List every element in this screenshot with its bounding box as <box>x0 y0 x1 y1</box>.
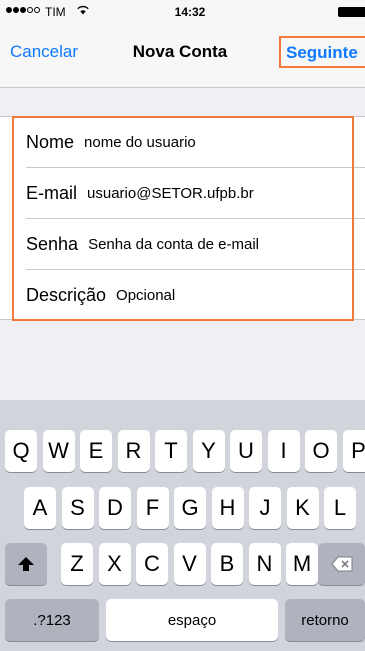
key-u[interactable]: U <box>230 430 262 472</box>
key-o[interactable]: O <box>305 430 337 472</box>
key-x[interactable]: X <box>98 543 131 585</box>
numbers-key[interactable]: .?123 <box>5 599 99 641</box>
key-k[interactable]: K <box>286 487 319 529</box>
description-row[interactable]: Descrição <box>0 270 365 321</box>
key-c[interactable]: C <box>136 543 168 585</box>
delete-key[interactable] <box>318 543 365 585</box>
status-bar: TIM 14:32 <box>0 0 365 24</box>
key-n[interactable]: N <box>248 543 281 585</box>
password-row[interactable]: Senha <box>0 219 365 270</box>
shift-key[interactable] <box>5 543 47 585</box>
key-l[interactable]: L <box>324 487 356 529</box>
key-a[interactable]: A <box>24 487 56 529</box>
description-field[interactable] <box>116 287 365 304</box>
password-label: Senha <box>26 234 79 254</box>
return-key[interactable]: retorno <box>285 599 365 641</box>
navigation-bar: Cancelar Nova Conta Seguinte <box>0 24 365 88</box>
key-q[interactable]: Q <box>5 430 37 472</box>
key-t[interactable]: T <box>155 430 187 472</box>
key-h[interactable]: H <box>211 487 244 529</box>
key-m[interactable]: M <box>286 543 318 585</box>
name-row[interactable]: Nome <box>0 117 365 168</box>
signal-strength-icon <box>6 7 40 13</box>
status-time: 14:32 <box>174 5 206 19</box>
key-i[interactable]: I <box>267 430 300 472</box>
password-field[interactable] <box>88 236 365 253</box>
key-w[interactable]: W <box>42 430 75 472</box>
page-title: Nova Conta <box>132 42 228 61</box>
name-field[interactable] <box>84 134 365 151</box>
key-y[interactable]: Y <box>192 430 225 472</box>
key-f[interactable]: F <box>136 487 169 529</box>
backspace-icon <box>330 556 352 572</box>
key-r[interactable]: R <box>117 430 150 472</box>
email-row[interactable]: E-mail <box>0 168 365 219</box>
next-button[interactable]: Seguinte <box>279 36 365 68</box>
key-d[interactable]: D <box>99 487 131 529</box>
carrier-name: TIM <box>45 5 66 19</box>
account-form: Nome E-mail Senha Descrição <box>0 116 365 320</box>
keyboard: .?123 espaço retorno QWERTYUIOP ASDFGHJKL… <box>0 400 365 651</box>
battery-icon <box>338 7 365 17</box>
wifi-icon <box>77 5 89 15</box>
key-e[interactable]: E <box>80 430 112 472</box>
key-j[interactable]: J <box>249 487 281 529</box>
key-g[interactable]: G <box>174 487 206 529</box>
key-z[interactable]: Z <box>61 543 93 585</box>
email-field[interactable] <box>87 185 365 202</box>
key-p[interactable]: P <box>342 430 365 472</box>
key-s[interactable]: S <box>61 487 94 529</box>
name-label: Nome <box>26 132 75 152</box>
email-label: E-mail <box>26 183 78 203</box>
key-v[interactable]: V <box>173 543 206 585</box>
key-b[interactable]: B <box>211 543 243 585</box>
description-label: Descrição <box>26 285 107 305</box>
space-key[interactable]: espaço <box>106 599 278 641</box>
cancel-button[interactable]: Cancelar <box>10 42 78 62</box>
shift-arrow-icon <box>18 557 34 571</box>
